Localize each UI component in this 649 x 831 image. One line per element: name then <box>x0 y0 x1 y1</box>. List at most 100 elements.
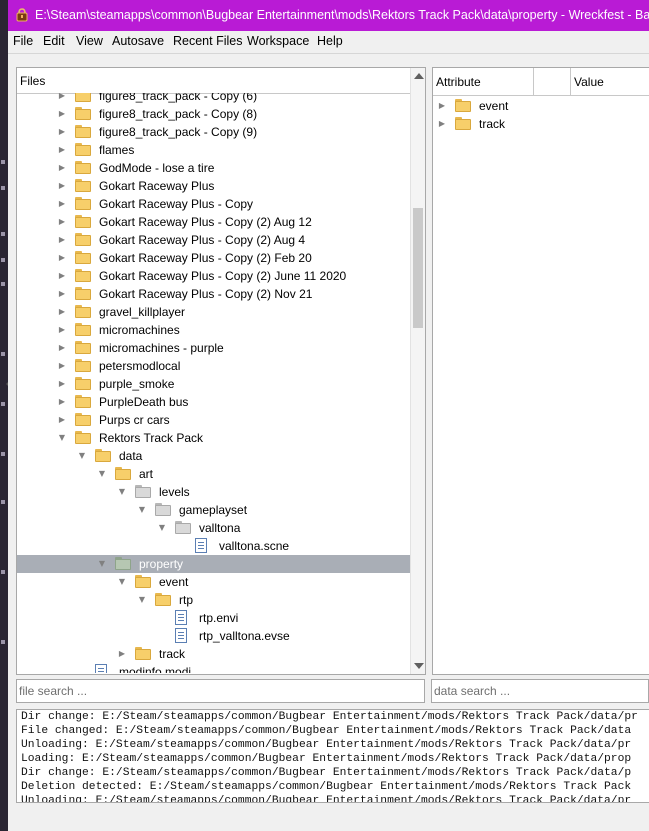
file-tree-row[interactable]: ▶ figure8_track_pack - Copy (6) <box>17 93 410 105</box>
data-search-input[interactable] <box>434 682 644 700</box>
attributes-header: Attribute Value <box>433 68 649 96</box>
menu-edit[interactable]: Edit <box>43 34 65 48</box>
column-divider[interactable] <box>533 68 534 95</box>
folder-icon <box>75 215 91 228</box>
expand-arrow-icon[interactable]: ▶ <box>117 649 127 659</box>
file-tree-label: event <box>159 575 189 589</box>
file-tree-row[interactable]: ▼ gameplayset <box>17 501 410 519</box>
collapse-arrow-icon[interactable]: ▼ <box>117 487 127 497</box>
folder-icon <box>75 233 91 246</box>
expand-arrow-icon[interactable]: ▶ <box>57 181 67 191</box>
background-mark <box>1 640 5 644</box>
attribute-row[interactable]: ▶ event <box>433 97 649 115</box>
expand-arrow-icon[interactable]: ▶ <box>57 271 67 281</box>
expand-arrow-icon[interactable]: ▶ <box>57 253 67 263</box>
menu-workspace[interactable]: Workspace <box>247 34 309 48</box>
file-tree-row[interactable]: ▶ micromachines - purple <box>17 339 410 357</box>
menu-help[interactable]: Help <box>317 34 343 48</box>
menu-bar: File Edit View Autosave Recent Files Wor… <box>8 31 649 54</box>
file-tree-row[interactable]: ▼ data <box>17 447 410 465</box>
file-tree-row[interactable]: valltona.scne <box>17 537 410 555</box>
file-tree-label: purple_smoke <box>99 377 175 391</box>
menu-autosave[interactable]: Autosave <box>112 34 164 48</box>
file-tree-row[interactable]: ▶ purple_smoke <box>17 375 410 393</box>
file-tree-row[interactable]: ▶ figure8_track_pack - Copy (9) <box>17 123 410 141</box>
expand-arrow-icon[interactable]: ▶ <box>57 145 67 155</box>
collapse-arrow-icon[interactable]: ▼ <box>117 577 127 587</box>
expand-arrow-icon[interactable]: ▶ <box>57 235 67 245</box>
file-tree-row[interactable]: ▼ rtp <box>17 591 410 609</box>
expand-arrow-icon[interactable]: ▶ <box>57 415 67 425</box>
file-tree-row[interactable]: ▼ event <box>17 573 410 591</box>
scroll-down-icon[interactable] <box>414 663 424 669</box>
file-tree-row[interactable]: rtp.envi <box>17 609 410 627</box>
collapse-arrow-icon[interactable]: ▼ <box>137 595 147 605</box>
file-tree-row[interactable]: ▼ valltona <box>17 519 410 537</box>
files-header[interactable]: Files <box>17 68 410 94</box>
file-tree-row[interactable]: modinfo.modi <box>17 663 410 673</box>
file-tree-row[interactable]: ▶ petersmodlocal <box>17 357 410 375</box>
file-tree-row[interactable]: ▶ flames <box>17 141 410 159</box>
folder-icon <box>75 143 91 156</box>
files-scrollbar[interactable] <box>410 68 425 674</box>
file-tree-row[interactable]: ▶ Gokart Raceway Plus - Copy (2) June 11 … <box>17 267 410 285</box>
expand-arrow-icon[interactable]: ▶ <box>57 217 67 227</box>
collapse-arrow-icon[interactable]: ▼ <box>157 523 167 533</box>
file-tree-row[interactable]: ▶ Purps cr cars <box>17 411 410 429</box>
expand-arrow-icon[interactable]: ▶ <box>57 379 67 389</box>
file-tree-row[interactable]: ▶ figure8_track_pack - Copy (8) <box>17 105 410 123</box>
file-tree-row[interactable]: ▶ PurpleDeath bus <box>17 393 410 411</box>
file-tree-row[interactable]: ▶ Gokart Raceway Plus - Copy (2) Feb 20 <box>17 249 410 267</box>
file-tree-label: Gokart Raceway Plus - Copy (2) Aug 4 <box>99 233 306 247</box>
column-value[interactable]: Value <box>574 75 604 89</box>
file-tree-row[interactable]: ▼ property <box>17 555 410 573</box>
file-tree-row[interactable]: ▼ levels <box>17 483 410 501</box>
attribute-row[interactable]: ▶ track <box>433 115 649 133</box>
log-line: Dir change: E:/Steam/steamapps/common/Bu… <box>21 711 638 723</box>
collapse-arrow-icon[interactable]: ▼ <box>77 451 87 461</box>
menu-view[interactable]: View <box>76 34 103 48</box>
file-tree-row[interactable]: ▶ gravel_killplayer <box>17 303 410 321</box>
file-tree-row[interactable]: rtp_valltona.evse <box>17 627 410 645</box>
column-attribute[interactable]: Attribute <box>436 75 481 89</box>
file-tree-label: Gokart Raceway Plus - Copy <box>99 197 254 211</box>
app-window: E:\Steam\steamapps\common\Bugbear Entert… <box>8 0 649 831</box>
column-divider[interactable] <box>570 68 571 95</box>
file-tree-row[interactable]: ▶ Gokart Raceway Plus - Copy (2) Aug 4 <box>17 231 410 249</box>
expand-arrow-icon[interactable]: ▶ <box>57 199 67 209</box>
title-bar[interactable]: E:\Steam\steamapps\common\Bugbear Entert… <box>8 0 649 31</box>
collapse-arrow-icon[interactable]: ▼ <box>97 559 107 569</box>
file-tree-row[interactable]: ▶ Gokart Raceway Plus - Copy (2) Aug 12 <box>17 213 410 231</box>
file-tree-row[interactable]: ▶ GodMode - lose a tire <box>17 159 410 177</box>
expand-arrow-icon[interactable]: ▶ <box>57 325 67 335</box>
expand-arrow-icon[interactable]: ▶ <box>57 361 67 371</box>
menu-file[interactable]: File <box>13 34 33 48</box>
file-tree-row[interactable]: ▶ track <box>17 645 410 663</box>
expand-arrow-icon[interactable]: ▶ <box>57 163 67 173</box>
file-tree-row[interactable]: ▶ Gokart Raceway Plus <box>17 177 410 195</box>
expand-arrow-icon[interactable]: ▶ <box>57 343 67 353</box>
collapse-arrow-icon[interactable]: ▼ <box>97 469 107 479</box>
expand-arrow-icon[interactable]: ▶ <box>437 101 447 111</box>
expand-arrow-icon[interactable]: ▶ <box>57 289 67 299</box>
file-search-input[interactable] <box>19 682 420 700</box>
file-tree-row[interactable]: ▼ art <box>17 465 410 483</box>
scrollbar-thumb[interactable] <box>413 208 423 328</box>
log-output[interactable]: Dir change: E:/Steam/steamapps/common/Bu… <box>16 709 649 803</box>
file-tree-row[interactable]: ▶ Gokart Raceway Plus - Copy (2) Nov 21 <box>17 285 410 303</box>
file-tree-row[interactable]: ▼ Rektors Track Pack <box>17 429 410 447</box>
expand-arrow-icon[interactable]: ▶ <box>57 307 67 317</box>
menu-recent-files[interactable]: Recent Files <box>173 34 242 48</box>
expand-arrow-icon[interactable]: ▶ <box>57 109 67 119</box>
scroll-up-icon[interactable] <box>414 73 424 79</box>
expand-arrow-icon[interactable]: ▶ <box>57 93 67 101</box>
file-tree-row[interactable]: ▶ Gokart Raceway Plus - Copy <box>17 195 410 213</box>
file-tree-row[interactable]: ▶ micromachines <box>17 321 410 339</box>
file-tree-label: Purps cr cars <box>99 413 170 427</box>
collapse-arrow-icon[interactable]: ▼ <box>57 433 67 443</box>
expand-arrow-icon[interactable]: ▶ <box>437 119 447 129</box>
collapse-arrow-icon[interactable]: ▼ <box>137 505 147 515</box>
log-line: File changed: E:/Steam/steamapps/common/… <box>21 725 632 737</box>
expand-arrow-icon[interactable]: ▶ <box>57 127 67 137</box>
expand-arrow-icon[interactable]: ▶ <box>57 397 67 407</box>
